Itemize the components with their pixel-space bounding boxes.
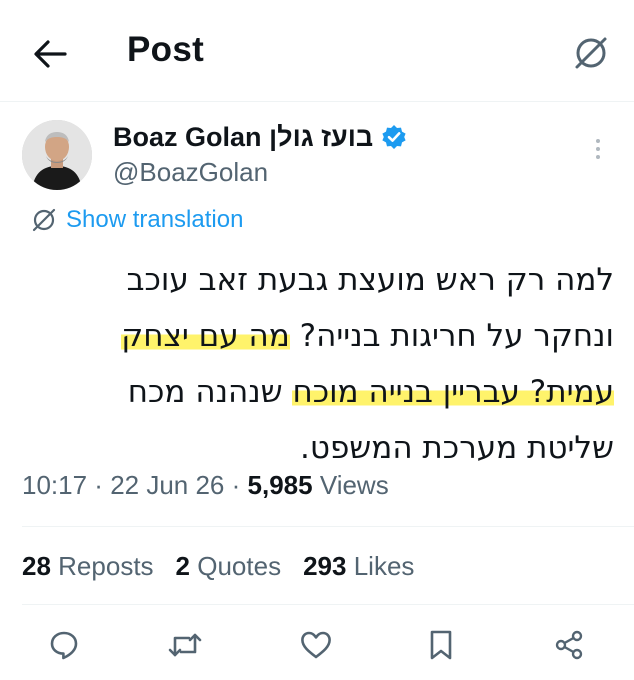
- tweet-date[interactable]: 22 Jun 26: [110, 470, 224, 500]
- like-icon: [301, 631, 331, 659]
- tweet-text-segment: שליטת מערכת המשפט.: [299, 430, 614, 466]
- divider: [22, 604, 634, 605]
- author-handle[interactable]: @BoazGolan: [113, 157, 268, 188]
- views-label: Views: [319, 470, 389, 500]
- quotes-label: Quotes: [197, 551, 282, 581]
- like-button[interactable]: [293, 622, 339, 668]
- reply-button[interactable]: [41, 622, 87, 668]
- likes-stat[interactable]: 293 Likes: [303, 551, 414, 582]
- tweet-line: עמית? עבריין בנייה מוכח שנהנה מכח: [14, 364, 614, 420]
- page-title: Post: [127, 30, 205, 69]
- avatar[interactable]: [22, 120, 92, 190]
- reposts-stat[interactable]: 28 Reposts: [22, 551, 154, 582]
- highlighted-text: עמית? עבריין בנייה מוכח: [292, 374, 614, 410]
- share-icon: [555, 630, 583, 660]
- tweet-text-segment: למה רק ראש מועצת גבעת זאב עוכב: [126, 262, 614, 298]
- repost-icon: [168, 633, 202, 657]
- likes-count: 293: [303, 551, 347, 581]
- tweet-text-segment: ונחקר על חריגות בנייה?: [289, 318, 614, 354]
- more-dot-icon: [596, 147, 600, 151]
- highlighted-text: מה עם יצחק: [121, 318, 290, 354]
- views-count: 5,985: [247, 470, 313, 500]
- show-translation-link[interactable]: Show translation: [30, 206, 243, 234]
- tweet-line: שליטת מערכת המשפט.: [14, 420, 614, 476]
- bookmark-button[interactable]: [418, 622, 464, 668]
- quotes-stat[interactable]: 2 Quotes: [176, 551, 282, 582]
- bookmark-icon: [430, 630, 452, 660]
- tweet-meta: 10:17 · 22 Jun 26 · 5,985 Views: [22, 470, 389, 500]
- show-translation-label[interactable]: Show translation: [66, 206, 243, 234]
- translate-slash-icon: [575, 37, 607, 69]
- avatar-photo: [22, 120, 92, 190]
- translate-slash-icon: [32, 208, 56, 232]
- back-button[interactable]: [30, 34, 70, 74]
- divider: [22, 526, 634, 527]
- share-button[interactable]: [546, 622, 592, 668]
- more-dot-icon: [596, 155, 600, 159]
- likes-label: Likes: [353, 551, 415, 581]
- translate-button[interactable]: [568, 30, 614, 76]
- more-dot-icon: [596, 139, 600, 143]
- reply-icon: [50, 631, 78, 660]
- more-options-button[interactable]: [586, 134, 610, 164]
- action-bar: [0, 622, 634, 672]
- verified-badge-icon: [381, 124, 407, 150]
- tweet-line: ונחקר על חריגות בנייה? מה עם יצחק: [14, 308, 614, 364]
- tweet-text-segment: שנהנה מכח: [127, 374, 293, 410]
- reposts-count: 28: [22, 551, 51, 581]
- arrow-left-icon: [34, 40, 67, 68]
- tweet-time[interactable]: 10:17: [22, 470, 87, 500]
- tweet-stats: 28 Reposts 2 Quotes 293 Likes: [22, 551, 414, 582]
- tweet-text: למה רק ראש מועצת גבעת זאב עוכב ונחקר על …: [14, 252, 614, 476]
- author-display-name[interactable]: Boaz Golan בועז גולן: [113, 122, 373, 153]
- reposts-label: Reposts: [58, 551, 154, 581]
- top-bar: Post: [0, 0, 634, 102]
- quotes-count: 2: [175, 551, 191, 581]
- repost-button[interactable]: [162, 622, 208, 668]
- tweet-line: למה רק ראש מועצת גבעת זאב עוכב: [14, 252, 614, 308]
- author-name-row[interactable]: Boaz Golan בועז גולן: [113, 119, 407, 155]
